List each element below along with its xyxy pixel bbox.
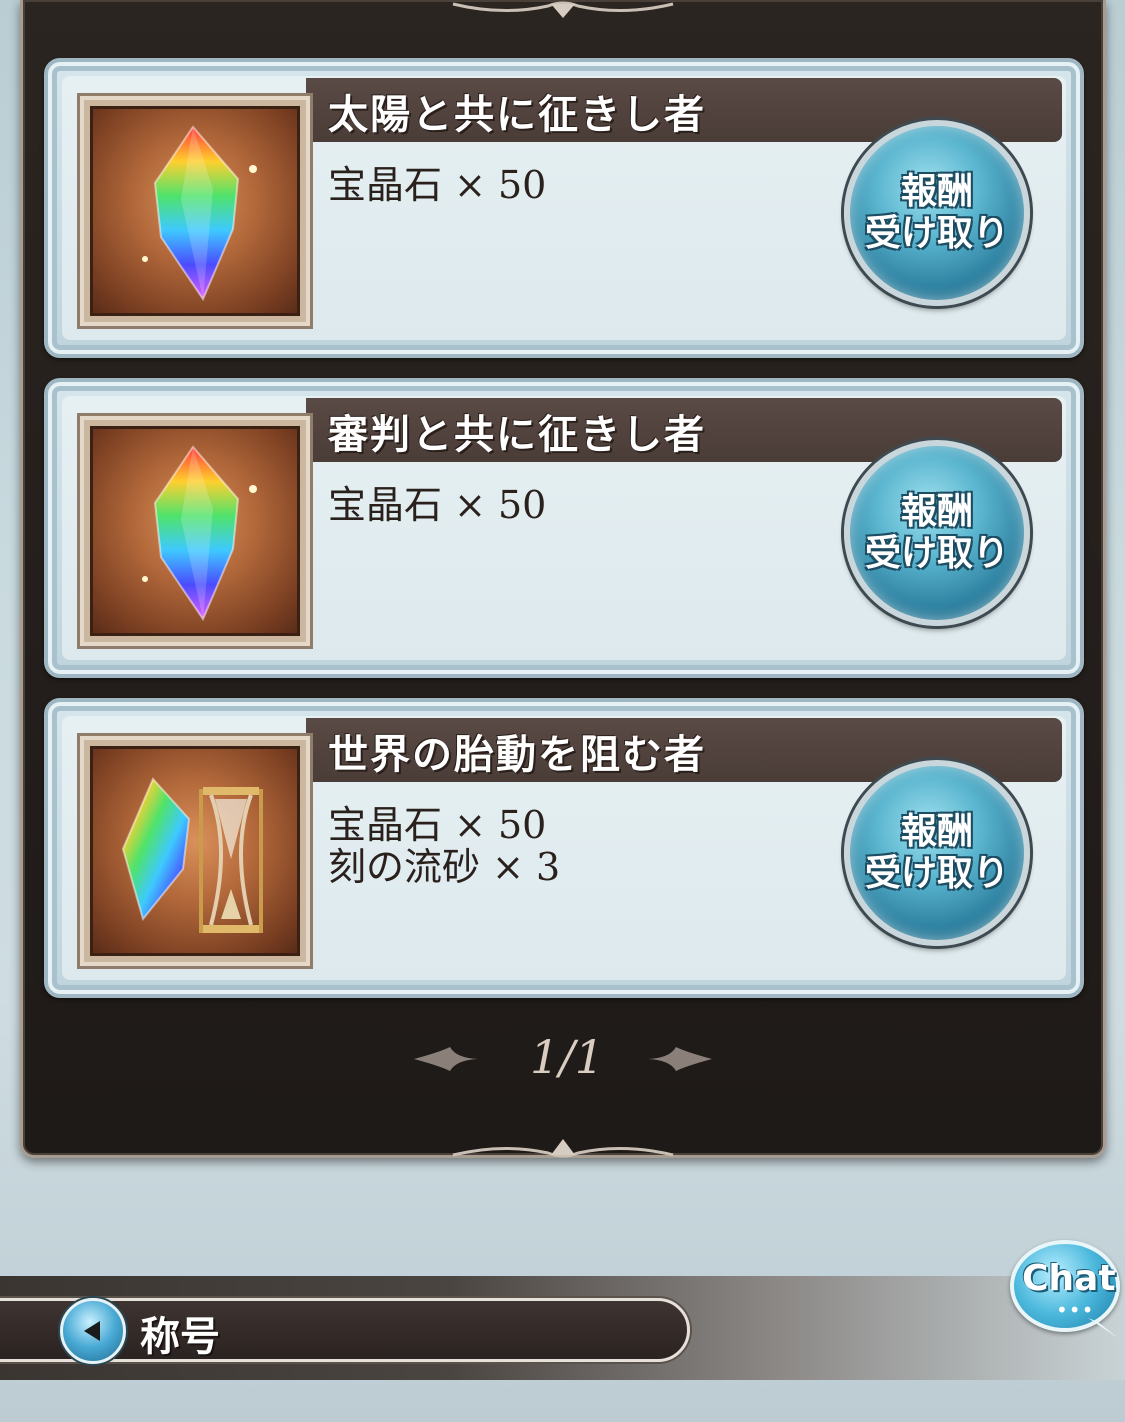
next-page-arrow-icon[interactable]: [644, 1044, 716, 1074]
claim-reward-button[interactable]: 報酬 受け取り: [844, 120, 1030, 306]
back-arrow-icon: [84, 1321, 100, 1341]
page-indicator: 1/1: [530, 1030, 605, 1084]
reward-item-thumbnail: [80, 736, 310, 966]
back-button[interactable]: [60, 1298, 126, 1364]
reward-card: 審判と共に征きし者 宝晶石 × 50 報酬 受け取り: [44, 378, 1084, 678]
chat-button[interactable]: Chat •••: [1010, 1240, 1122, 1340]
reward-item-thumbnail: [80, 416, 310, 646]
claim-label-line2: 受け取り: [864, 853, 1009, 894]
claim-label-line1: 報酬: [900, 171, 973, 212]
reward-card: 太陽と共に征きし者 宝晶石 × 50 報酬 受け取り: [44, 58, 1084, 358]
reward-list: 宝晶石 × 50 刻の流砂 × 3: [328, 804, 560, 888]
claim-label-line1: 報酬: [900, 491, 973, 532]
ornament-bottom: [452, 1139, 674, 1158]
claim-label-line2: 受け取り: [864, 533, 1009, 574]
reward-list: 宝晶石 × 50: [328, 164, 546, 206]
reward-line: 刻の流砂 × 3: [328, 845, 561, 889]
reward-card: 世界の胎動を阻む者 宝晶石 × 50 刻の流砂 × 3 報酬 受け取り: [44, 698, 1084, 998]
crystal-hourglass-icon: [121, 777, 263, 933]
crystal-icon: [142, 125, 257, 302]
reward-title: 審判と共に征きし者: [328, 412, 706, 458]
chat-dots: •••: [1056, 1298, 1095, 1322]
reward-title: 太陽と共に征きし者: [328, 92, 706, 138]
crystal-icon: [142, 445, 257, 622]
reward-line: 宝晶石 × 50: [328, 483, 547, 527]
reward-line: 宝晶石 × 50: [328, 163, 547, 207]
chat-label: Chat: [1022, 1258, 1116, 1299]
reward-list: 宝晶石 × 50: [328, 484, 546, 526]
claim-label-line2: 受け取り: [864, 213, 1009, 254]
reward-title: 世界の胎動を阻む者: [328, 732, 706, 778]
prev-page-arrow-icon[interactable]: [410, 1044, 482, 1074]
claim-label-line1: 報酬: [900, 811, 973, 852]
ornament-top: [452, 1, 674, 18]
claim-reward-button[interactable]: 報酬 受け取り: [844, 440, 1030, 626]
reward-line: 宝晶石 × 50: [328, 803, 547, 847]
pagination: 1/1: [0, 1030, 1125, 1090]
reward-item-thumbnail: [80, 96, 310, 326]
back-nav-label: 称号: [140, 1314, 220, 1360]
claim-reward-button[interactable]: 報酬 受け取り: [844, 760, 1030, 946]
